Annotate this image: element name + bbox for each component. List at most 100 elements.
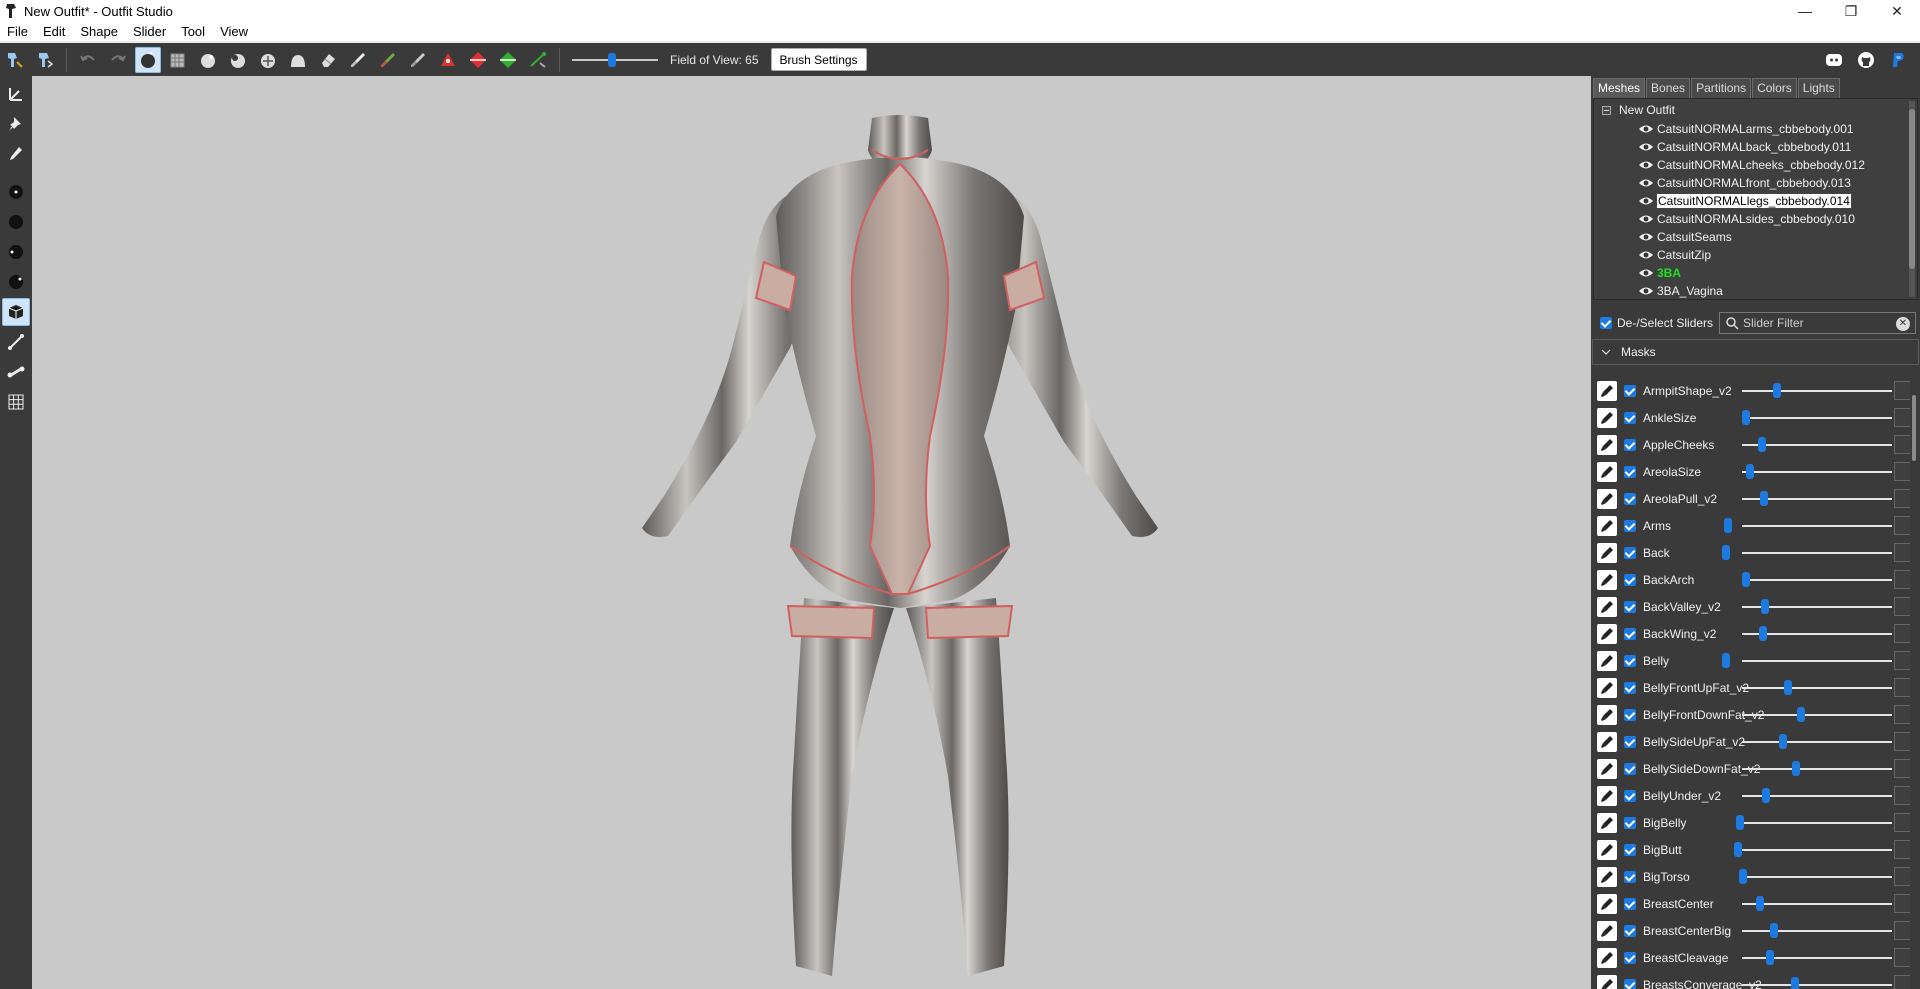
edit-slider-button[interactable] [1597,731,1617,752]
slider-enable-checkbox[interactable] [1624,924,1636,937]
slider-track[interactable] [1742,579,1892,581]
slider-thumb[interactable] [1762,788,1770,803]
slider-enable-checkbox[interactable] [1624,519,1636,532]
deselect-checkbox[interactable] [1600,317,1612,329]
slider-enable-checkbox[interactable] [1624,465,1636,478]
inflate-brush-button[interactable] [195,47,221,73]
edit-slider-button[interactable] [1597,974,1617,989]
load-outfit-button[interactable] [32,47,58,73]
slider-value-field[interactable]: 0 [1894,516,1910,535]
slider-value-field[interactable]: 0 [1894,381,1910,400]
edit-slider-button[interactable] [1597,920,1617,941]
slider-enable-checkbox[interactable] [1624,735,1636,748]
slider-thumb[interactable] [1736,815,1744,830]
menu-shape[interactable]: Shape [73,22,126,42]
slider-enable-checkbox[interactable] [1624,897,1636,910]
edit-slider-button[interactable] [1597,839,1617,860]
deselect-sliders-toggle[interactable]: De-/Select Sliders [1600,316,1713,330]
slider-thumb[interactable] [1784,680,1792,695]
bones-tool-button[interactable] [2,358,30,386]
menu-edit[interactable]: Edit [36,22,73,42]
slider-enable-checkbox[interactable] [1624,789,1636,802]
edit-slider-button[interactable] [1597,569,1617,590]
slider-filter-input[interactable] [1743,316,1893,330]
edit-slider-button[interactable] [1597,515,1617,536]
slider-enable-checkbox[interactable] [1624,600,1636,613]
edit-slider-button[interactable] [1597,785,1617,806]
eye-visibility-icon[interactable] [1638,141,1654,153]
slider-track[interactable] [1742,741,1892,743]
close-button[interactable]: ✕ [1874,0,1920,22]
tab-partitions[interactable]: Partitions [1691,78,1752,98]
eye-visibility-icon[interactable] [1638,213,1654,225]
slider-value-field[interactable]: 0 [1894,462,1910,481]
eye-visibility-icon[interactable] [1638,195,1654,207]
slider-track[interactable] [1742,552,1892,554]
slider-list-scrollbar[interactable] [1911,377,1917,989]
slider-thumb[interactable] [1797,707,1805,722]
mesh-tree-scroll-thumb[interactable] [1909,109,1915,269]
slider-track[interactable] [1742,687,1892,689]
slider-track[interactable] [1742,957,1892,959]
slider-value-field[interactable]: 0 [1894,651,1910,670]
slider-value-field[interactable]: 0 [1894,705,1910,724]
slider-value-field[interactable]: 0 [1894,435,1910,454]
paypal-button[interactable] [1885,47,1911,73]
discord-button[interactable] [1821,47,1847,73]
edit-slider-button[interactable] [1597,461,1617,482]
menu-slider[interactable]: Slider [126,22,174,42]
load-reference-button[interactable] [2,47,28,73]
edit-slider-button[interactable] [1597,434,1617,455]
slider-enable-checkbox[interactable] [1624,492,1636,505]
slider-track[interactable] [1742,984,1892,986]
clear-filter-icon[interactable]: ✕ [1896,317,1910,331]
edit-slider-button[interactable] [1597,488,1617,509]
eye-visibility-icon[interactable] [1638,285,1654,297]
slider-thumb[interactable] [1773,383,1781,398]
eye-visibility-icon[interactable] [1638,231,1654,243]
weight-brush-button[interactable] [345,47,371,73]
tab-colors[interactable]: Colors [1752,78,1797,98]
slider-value-field[interactable]: 0 [1894,894,1910,913]
slider-value-field[interactable]: 0 [1894,489,1910,508]
slider-value-field[interactable]: 0 [1894,786,1910,805]
menu-view[interactable]: View [213,22,256,42]
slider-enable-checkbox[interactable] [1624,654,1636,667]
slider-track[interactable] [1742,876,1892,878]
collapse-minus-icon[interactable] [1602,105,1611,115]
mesh-tree-scrollbar[interactable] [1909,101,1915,297]
tab-lights[interactable]: Lights [1797,78,1840,98]
pivot-tool-button[interactable] [2,110,30,138]
split-edge-button[interactable] [495,47,521,73]
slider-thumb[interactable] [1766,950,1774,965]
slider-thumb[interactable] [1792,761,1800,776]
edit-slider-button[interactable] [1597,893,1617,914]
edit-slider-button[interactable] [1597,407,1617,428]
mask-brush-button[interactable] [165,47,191,73]
field-of-view-slider[interactable] [572,50,658,70]
menu-file[interactable]: File [0,22,36,42]
slider-enable-checkbox[interactable] [1624,546,1636,559]
slider-thumb[interactable] [1760,491,1768,506]
menu-tool[interactable]: Tool [174,22,213,42]
edit-slider-button[interactable] [1597,650,1617,671]
brush-size-1-button[interactable] [2,178,30,206]
slider-value-field[interactable]: 0 [1894,759,1910,778]
mesh-view-toggle-button[interactable] [2,298,30,326]
mesh-item[interactable]: CatsuitSeams [1638,228,1866,246]
undo-button[interactable] [75,47,101,73]
slider-thumb[interactable] [1761,599,1769,614]
mesh-item[interactable]: CatsuitNORMALlegs_cbbebody.014 [1638,192,1866,210]
slider-thumb[interactable] [1739,869,1747,884]
wireframe-tool-button[interactable] [2,328,30,356]
mesh-item[interactable]: CatsuitNORMALfront_cbbebody.013 [1638,174,1866,192]
edit-slider-button[interactable] [1597,812,1617,833]
slider-enable-checkbox[interactable] [1624,843,1636,856]
slider-enable-checkbox[interactable] [1624,438,1636,451]
tab-meshes[interactable]: Meshes [1593,78,1646,98]
slider-thumb[interactable] [1722,545,1730,560]
slider-value-field[interactable]: 0 [1894,867,1910,886]
slider-track[interactable] [1742,849,1892,851]
slider-enable-checkbox[interactable] [1624,708,1636,721]
mesh-item[interactable]: CatsuitNORMALsides_cbbebody.010 [1638,210,1866,228]
